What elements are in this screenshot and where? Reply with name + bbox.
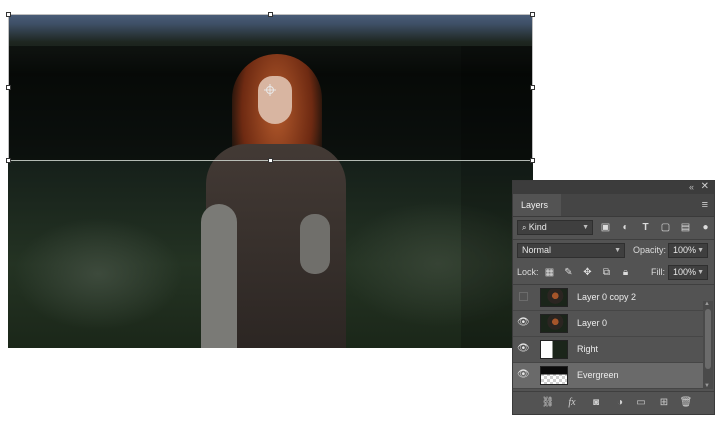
transform-handle-middle-right[interactable] [530, 85, 535, 90]
filter-kind-label: Kind [528, 222, 547, 232]
visibility-toggle-off[interactable] [519, 292, 528, 301]
smart-object-filter-icon[interactable]: ▤ [679, 221, 692, 234]
layer-row-layer-0[interactable]: 👁︎ Layer 0 [513, 311, 704, 337]
opacity-field[interactable]: 100% ▼ [668, 243, 708, 258]
transform-handle-middle-left[interactable] [6, 85, 11, 90]
blend-mode-select[interactable]: Normal ▼ [517, 243, 625, 258]
add-mask-icon[interactable]: ◙ [589, 396, 603, 410]
blend-mode-value: Normal [522, 245, 552, 255]
transform-handle-bottom-right[interactable] [530, 158, 535, 163]
opacity-label: Opacity: [633, 245, 667, 255]
image-filter-icon[interactable]: ▣ [599, 221, 612, 234]
panel-tab-row: Layers ≡ [513, 194, 714, 217]
fx-icon[interactable]: fx [565, 396, 579, 410]
close-panel-icon[interactable]: ✕ [701, 181, 709, 192]
chevron-down-icon: ▼ [697, 269, 704, 276]
filter-toggle-icon[interactable]: ● [699, 221, 712, 234]
layer-thumbnail [540, 288, 568, 307]
scroll-down-icon[interactable]: ▼ [704, 383, 710, 389]
layer-list: Layer 0 copy 2 👁︎ Layer 0 👁︎ Right 👁︎ Ev… [513, 285, 704, 389]
filter-kind-select[interactable]: ⌕ Kind ▼ [517, 220, 593, 235]
subject-hands [300, 214, 330, 274]
transform-handle-top-right[interactable] [530, 12, 535, 17]
blend-row: Normal ▼ Opacity: 100% ▼ [513, 240, 714, 262]
transform-handle-bottom-left[interactable] [6, 158, 11, 163]
layer-row-right[interactable]: 👁︎ Right [513, 337, 704, 363]
link-layers-icon[interactable]: ⛓︎ [541, 396, 555, 410]
transform-handle-bottom-center[interactable] [268, 158, 273, 163]
eye-icon[interactable]: 👁︎ [517, 317, 530, 329]
layer-name: Layer 0 copy 2 [577, 292, 637, 302]
lock-artboard-icon[interactable]: ⧉ [600, 266, 613, 279]
chevron-down-icon: ▼ [614, 247, 621, 254]
shape-filter-icon[interactable]: ▢ [659, 221, 672, 234]
scroll-up-icon[interactable]: ▲ [704, 301, 710, 307]
transform-reference-point-icon[interactable] [264, 84, 276, 96]
fill-field[interactable]: 100% ▼ [668, 265, 708, 280]
layer-list-scrollbar[interactable]: ▲ ▼ [703, 301, 713, 389]
search-icon: ⌕ [522, 223, 529, 232]
scrollbar-thumb[interactable] [705, 309, 711, 369]
fill-value: 100% [673, 267, 697, 277]
collapse-panel-icon[interactable]: « [689, 182, 694, 192]
lock-transparent-icon[interactable]: ▦ [543, 266, 556, 279]
transform-handle-top-center[interactable] [268, 12, 273, 17]
panel-title-bar: « ✕ [513, 181, 714, 194]
layer-name: Layer 0 [577, 318, 608, 328]
lock-row: Lock: ▦ ✎ ✥ ⧉ 🔒︎ Fill: 100% ▼ [513, 262, 714, 284]
lock-label: Lock: [517, 267, 539, 277]
eye-icon[interactable]: 👁︎ [517, 343, 530, 355]
layer-name: Right [577, 344, 599, 354]
filter-row: ⌕ Kind ▼ ▣ ◐ T ▢ ▤ ● [513, 217, 714, 239]
lock-image-icon[interactable]: ✎ [562, 266, 575, 279]
fill-label: Fill: [651, 267, 665, 277]
lock-all-icon[interactable]: 🔒︎ [619, 266, 632, 279]
layer-thumbnail [540, 340, 568, 359]
opacity-value: 100% [673, 245, 697, 255]
new-layer-icon[interactable]: ⊞ [657, 396, 671, 410]
tab-layers[interactable]: Layers [513, 194, 561, 216]
panel-bottom-toolbar: ⛓︎ fx ◙ ◑ ▭ ⊞ 🗑︎ [513, 391, 714, 414]
layer-name: Evergreen [577, 370, 619, 380]
layer-thumbnail [540, 366, 568, 385]
lock-position-icon[interactable]: ✥ [581, 266, 594, 279]
adjustment-layer-icon[interactable]: ◑ [613, 396, 627, 410]
adjustment-filter-icon[interactable]: ◐ [619, 221, 632, 234]
new-group-icon[interactable]: ▭ [634, 396, 648, 410]
layers-panel: « ✕ Layers ≡ ⌕ Kind ▼ ▣ ◐ T ▢ ▤ ● Normal… [512, 180, 715, 415]
delete-layer-icon[interactable]: 🗑︎ [679, 396, 693, 410]
layer-row-evergreen[interactable]: 👁︎ Evergreen [513, 363, 704, 389]
type-filter-icon[interactable]: T [639, 221, 652, 234]
panel-menu-icon[interactable]: ≡ [702, 199, 708, 211]
subject-sleeve-left [201, 204, 237, 348]
layer-row-layer-0-copy-2[interactable]: Layer 0 copy 2 [513, 285, 704, 311]
chevron-down-icon: ▼ [697, 247, 704, 254]
transform-handle-top-left[interactable] [6, 12, 11, 17]
layer-thumbnail [540, 314, 568, 333]
document-canvas[interactable] [8, 14, 533, 348]
chevron-down-icon: ▼ [582, 224, 589, 231]
eye-icon[interactable]: 👁︎ [517, 369, 530, 381]
